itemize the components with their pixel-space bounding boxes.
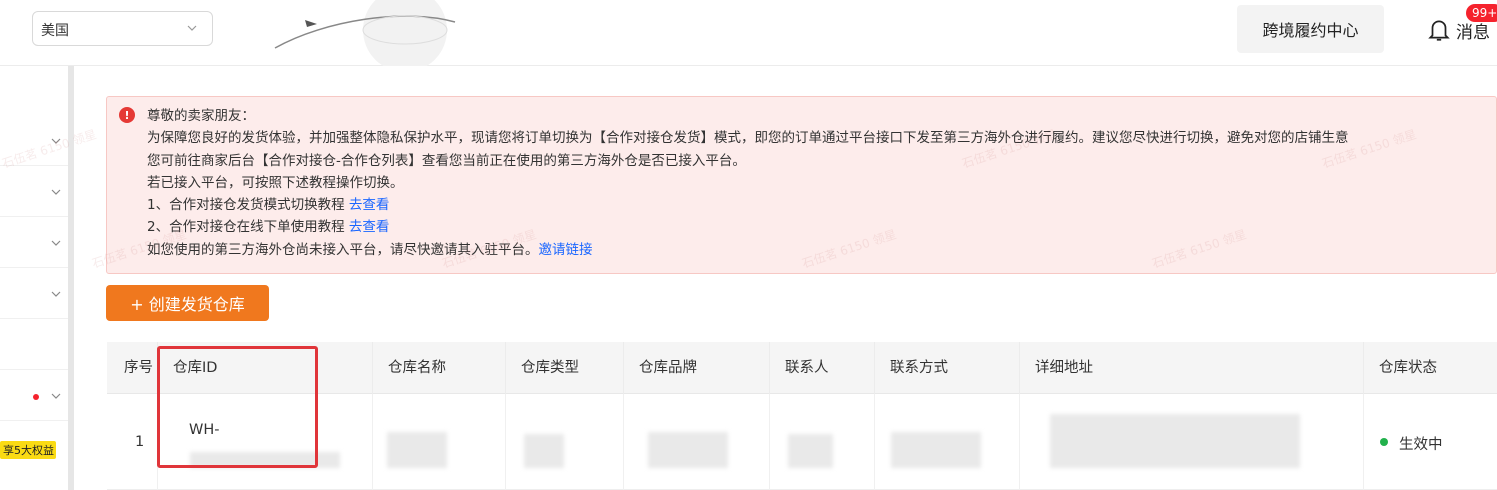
redacted-value: [788, 434, 833, 468]
status-value: 生效中: [1399, 437, 1443, 453]
notice-line-text: 1、合作对接仓发货模式切换教程: [147, 197, 349, 214]
sidebar-item-3[interactable]: [0, 218, 68, 268]
status-active-dot: [1380, 438, 1388, 446]
redacted-value: [891, 432, 981, 468]
notice-line: 为保障您良好的发货体验，并加强整体隐私保护水平，现请您将订单切换为【合作对接仓发…: [147, 130, 1349, 147]
column-header-contact: 联系人: [769, 342, 874, 394]
cell-warehouse-id: WH-: [157, 394, 372, 490]
notice-line: 若已接入平台，可按照下述教程操作切换。: [147, 174, 404, 191]
cell-warehouse-name: [372, 394, 505, 490]
sidebar-item-2[interactable]: [0, 167, 68, 217]
cell-address: [1019, 394, 1363, 490]
region-select-value: 美国: [41, 23, 69, 39]
sidebar: 享5大权益: [0, 66, 74, 490]
tutorial-online-order-link[interactable]: 去查看: [349, 219, 390, 235]
notice-line-text: 2、合作对接仓在线下单使用教程: [147, 219, 349, 236]
top-bar: 美国 跨境履约中心 消息 99+: [0, 0, 1497, 66]
column-header-warehouse-type: 仓库类型: [505, 342, 623, 394]
notice-line: 1、合作对接仓发货模式切换教程 去查看: [147, 194, 1349, 216]
redacted-value: [387, 432, 447, 468]
notice-line: 如您使用的第三方海外仓尚未接入平台，请尽快邀请其入驻平台。邀请链接: [147, 239, 1349, 261]
column-header-status: 仓库状态: [1363, 342, 1497, 394]
cell-warehouse-brand: [623, 394, 769, 490]
chevron-down-icon: [187, 25, 197, 31]
cell-contact: [769, 394, 874, 490]
cell-contact-method: [874, 394, 1019, 490]
redacted-value: [648, 432, 728, 468]
notice-line: 2、合作对接仓在线下单使用教程 去查看: [147, 216, 1349, 238]
notice-line: 尊敬的卖家朋友：: [147, 108, 255, 124]
cell-warehouse-type: [505, 394, 623, 490]
cell-status: 生效中: [1363, 394, 1497, 490]
sidebar-item-4[interactable]: [0, 269, 68, 319]
notice-line-text: 如您使用的第三方海外仓尚未接入平台，请尽快邀请其入驻平台。: [147, 241, 539, 258]
alert-icon: !: [119, 107, 135, 123]
cell-index-value: 1: [135, 434, 145, 450]
notice-banner: ! 尊敬的卖家朋友： 为保障您良好的发货体验，并加强整体隐私保护水平，现请您将订…: [106, 96, 1497, 274]
redacted-value: [1050, 414, 1300, 468]
chevron-down-icon: [51, 189, 61, 195]
cell-index: 1: [107, 394, 157, 490]
messages-badge: 99+: [1466, 4, 1497, 22]
tutorial-switch-link[interactable]: 去查看: [349, 197, 390, 213]
notice-text: 尊敬的卖家朋友： 为保障您良好的发货体验，并加强整体隐私保护水平，现请您将订单切…: [147, 105, 1349, 261]
messages-button[interactable]: 消息 99+: [1426, 4, 1497, 48]
column-header-warehouse-name: 仓库名称: [372, 342, 505, 394]
warehouse-table: 序号 仓库ID 仓库名称 仓库类型 仓库品牌 联系人 联系方式 详细地址 仓库状…: [107, 342, 1497, 490]
table-row[interactable]: 1 WH- 生效中: [107, 394, 1497, 490]
table-header: 序号 仓库ID 仓库名称 仓库类型 仓库品牌 联系人 联系方式 详细地址 仓库状…: [107, 342, 1497, 394]
column-header-index: 序号: [124, 360, 153, 376]
sidebar-promo-tag[interactable]: 享5大权益: [0, 441, 56, 459]
column-header-contact-method: 联系方式: [874, 342, 1019, 394]
create-warehouse-button[interactable]: + 创建发货仓库: [106, 285, 269, 321]
column-header-warehouse-id: 仓库ID: [157, 342, 372, 394]
chevron-down-icon: [51, 393, 61, 399]
sidebar-item-1[interactable]: [0, 116, 68, 166]
cross-border-center-button[interactable]: 跨境履约中心: [1237, 5, 1384, 53]
notification-dot: [33, 394, 39, 400]
sidebar-item-6[interactable]: [0, 371, 68, 421]
globe-decoration: [274, 0, 456, 66]
bell-icon: [1428, 20, 1450, 41]
chevron-down-icon: [51, 291, 61, 297]
column-header-warehouse-brand: 仓库品牌: [623, 342, 769, 394]
sidebar-item-5[interactable]: [0, 320, 68, 370]
sidebar-scrollbar[interactable]: [68, 66, 74, 490]
chevron-down-icon: [51, 240, 61, 246]
redacted-value: [190, 452, 340, 468]
chevron-down-icon: [51, 138, 61, 144]
warehouse-id-value: WH-: [189, 422, 220, 438]
region-select[interactable]: 美国: [32, 11, 213, 46]
invite-link[interactable]: 邀请链接: [539, 242, 593, 258]
notice-line: 您可前往商家后台【合作对接仓-合作仓列表】查看您当前正在使用的第三方海外仓是否已…: [147, 152, 746, 169]
redacted-value: [524, 434, 564, 468]
column-header-address: 详细地址: [1019, 342, 1363, 394]
